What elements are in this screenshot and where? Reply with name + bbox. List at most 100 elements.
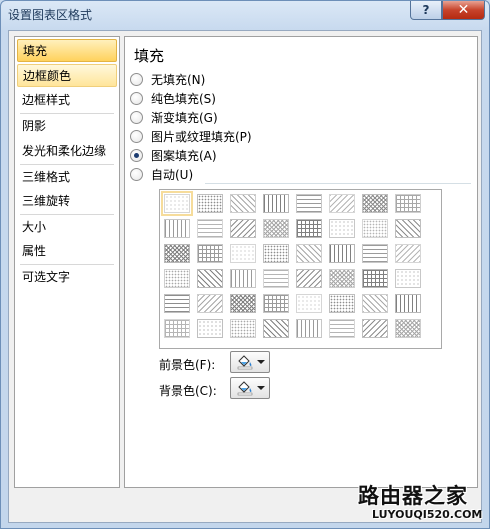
nav-item-label: 属性	[22, 244, 47, 258]
pattern-swatch[interactable]	[197, 319, 223, 338]
radio-solid-fill[interactable]: 纯色填充(S)	[130, 90, 216, 107]
pattern-swatch[interactable]	[230, 319, 256, 338]
pattern-swatch[interactable]	[197, 269, 223, 288]
nav-divider	[20, 113, 114, 114]
close-icon: ✕	[457, 2, 470, 18]
pattern-swatch[interactable]	[362, 319, 388, 338]
radio-label: 纯色填充(S)	[151, 92, 216, 106]
nav-item-3d-rotation[interactable]: 三维旋转	[17, 190, 117, 213]
paint-bucket-icon	[237, 381, 252, 396]
nav-item-properties[interactable]: 属性	[17, 240, 117, 263]
site-watermark-logo: 路由器之家 LUYOUQI520.COM	[358, 480, 488, 528]
foreground-color-button[interactable]	[230, 351, 270, 373]
pattern-swatch[interactable]	[296, 244, 322, 263]
pattern-swatch[interactable]	[395, 194, 421, 213]
pattern-swatch[interactable]	[395, 244, 421, 263]
background-color-button[interactable]	[230, 377, 270, 399]
window-title: 设置图表区格式	[8, 8, 93, 22]
nav-item-label: 阴影	[22, 119, 47, 133]
pattern-swatch[interactable]	[263, 294, 289, 313]
nav-item-border-color[interactable]: 边框颜色	[17, 64, 117, 87]
pattern-swatch[interactable]	[263, 194, 289, 213]
pattern-swatch[interactable]	[296, 269, 322, 288]
nav-item-label: 边框样式	[22, 93, 71, 107]
nav-item-label: 可选文字	[22, 270, 71, 284]
pattern-swatch[interactable]	[161, 191, 193, 216]
pattern-swatch[interactable]	[296, 194, 322, 213]
pattern-swatch[interactable]	[263, 319, 289, 338]
radio-label: 图案填充(A)	[151, 149, 217, 163]
pattern-swatch[interactable]	[230, 219, 256, 238]
nav-item-3d-format[interactable]: 三维格式	[17, 166, 117, 189]
pattern-swatch[interactable]	[395, 269, 421, 288]
nav-item-alt-text[interactable]: 可选文字	[17, 266, 117, 289]
radio-label: 渐变填充(G)	[151, 111, 218, 125]
pattern-swatch[interactable]	[230, 269, 256, 288]
help-button[interactable]: ?	[410, 1, 442, 20]
close-button[interactable]: ✕	[442, 1, 485, 20]
pattern-swatch[interactable]	[296, 219, 322, 238]
pattern-swatch[interactable]	[263, 219, 289, 238]
pattern-swatch[interactable]	[329, 269, 355, 288]
pattern-swatch[interactable]	[362, 244, 388, 263]
pattern-swatch[interactable]	[329, 319, 355, 338]
radio-pattern-fill[interactable]: 图案填充(A)	[130, 147, 217, 164]
pattern-swatch[interactable]	[197, 219, 223, 238]
nav-item-size[interactable]: 大小	[17, 216, 117, 239]
pattern-swatch[interactable]	[230, 244, 256, 263]
radio-button[interactable]	[130, 111, 143, 124]
nav-item-label: 边框颜色	[23, 69, 72, 83]
radio-button[interactable]	[130, 168, 143, 181]
pattern-swatch[interactable]	[362, 294, 388, 313]
radio-button[interactable]	[130, 149, 143, 162]
pattern-swatch[interactable]	[197, 194, 223, 213]
background-color-label: 背景色(C):	[159, 384, 217, 398]
section-divider	[205, 183, 471, 184]
pattern-swatch[interactable]	[296, 294, 322, 313]
pattern-swatch[interactable]	[164, 269, 190, 288]
pattern-swatch[interactable]	[164, 319, 190, 338]
radio-button[interactable]	[130, 73, 143, 86]
radio-no-fill[interactable]: 无填充(N)	[130, 71, 205, 88]
pattern-swatch[interactable]	[329, 294, 355, 313]
nav-item-border-style[interactable]: 边框样式	[17, 89, 117, 112]
pattern-swatch[interactable]	[395, 294, 421, 313]
pattern-swatch[interactable]	[164, 294, 190, 313]
pattern-swatch[interactable]	[329, 244, 355, 263]
nav-item-label: 三维旋转	[22, 194, 71, 208]
pattern-swatch[interactable]	[263, 244, 289, 263]
pattern-swatch[interactable]	[362, 269, 388, 288]
nav-divider	[20, 264, 114, 265]
pattern-swatch[interactable]	[230, 194, 256, 213]
radio-gradient-fill[interactable]: 渐变填充(G)	[130, 109, 218, 126]
radio-button[interactable]	[130, 130, 143, 143]
pattern-swatch[interactable]	[296, 319, 322, 338]
nav-item-label: 填充	[23, 44, 48, 58]
pattern-swatch[interactable]	[329, 194, 355, 213]
fill-options-panel: 填充 无填充(N) 纯色填充(S) 渐变填充(G) 图片或纹理填充(P) 图案填…	[124, 36, 478, 488]
pattern-swatch[interactable]	[230, 294, 256, 313]
radio-label: 无填充(N)	[151, 73, 206, 87]
format-chart-area-dialog: 设置图表区格式 ? ✕ 填充 边框颜色 边框样式 阴影 发光和柔化边缘 三维格式…	[0, 0, 490, 529]
pattern-swatch[interactable]	[362, 219, 388, 238]
pattern-swatch[interactable]	[164, 219, 190, 238]
pattern-swatch[interactable]	[395, 319, 421, 338]
nav-item-glow-soft-edges[interactable]: 发光和柔化边缘	[17, 140, 117, 163]
pattern-swatch[interactable]	[197, 244, 223, 263]
pattern-swatch[interactable]	[263, 269, 289, 288]
nav-item-shadow[interactable]: 阴影	[17, 115, 117, 138]
pattern-swatch[interactable]	[164, 244, 190, 263]
help-icon: ?	[422, 3, 430, 17]
radio-button[interactable]	[130, 92, 143, 105]
nav-item-fill[interactable]: 填充	[17, 39, 117, 62]
radio-automatic[interactable]: 自动(U)	[130, 166, 193, 183]
section-title: 填充	[134, 47, 165, 65]
pattern-swatch[interactable]	[197, 294, 223, 313]
pattern-swatch[interactable]	[395, 219, 421, 238]
pattern-gallery	[159, 189, 442, 349]
radio-label: 图片或纹理填充(P)	[151, 130, 252, 144]
chevron-down-icon	[256, 360, 265, 364]
pattern-swatch[interactable]	[329, 219, 355, 238]
pattern-swatch[interactable]	[362, 194, 388, 213]
radio-picture-texture-fill[interactable]: 图片或纹理填充(P)	[130, 128, 252, 145]
